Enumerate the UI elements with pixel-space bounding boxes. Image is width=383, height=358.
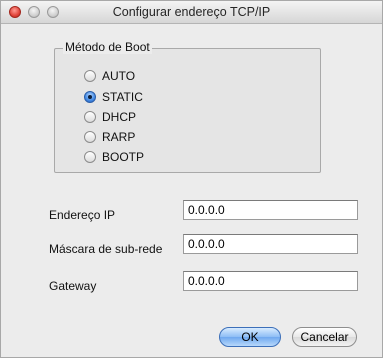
ip-address-field[interactable] [183,200,358,220]
gateway-field[interactable] [183,271,358,291]
radio-rarp-label: RARP [102,130,136,144]
radio-dhcp-button[interactable] [84,111,96,123]
ok-button[interactable]: OK [219,327,281,347]
radio-dhcp[interactable]: DHCP [84,109,136,125]
radio-static[interactable]: STATIC [84,89,143,105]
window-title: Configurar endereço TCP/IP [112,5,271,19]
boot-method-label: Método de Boot [63,40,152,54]
subnet-mask-field[interactable] [183,234,358,254]
radio-dhcp-label: DHCP [102,110,137,124]
radio-static-button[interactable] [84,91,96,103]
radio-bootp[interactable]: BOOTP [84,149,144,165]
radio-static-label: STATIC [102,90,143,104]
radio-bootp-label: BOOTP [102,150,145,164]
radio-rarp[interactable]: RARP [84,129,135,145]
cancel-button[interactable]: Cancelar [292,327,357,347]
ip-address-label: Endereço IP [49,208,116,222]
gateway-label: Gateway [49,279,97,293]
dialog-window: Configurar endereço TCP/IP Método de Boo… [0,0,383,358]
radio-bootp-button[interactable] [84,151,96,163]
radio-auto-label: AUTO [102,69,136,83]
subnet-mask-label: Máscara de sub-rede [49,242,163,256]
radio-auto-button[interactable] [84,70,96,82]
radio-rarp-button[interactable] [84,131,96,143]
radio-auto[interactable]: AUTO [84,68,135,84]
title-bar: Configurar endereço TCP/IP [1,1,382,24]
